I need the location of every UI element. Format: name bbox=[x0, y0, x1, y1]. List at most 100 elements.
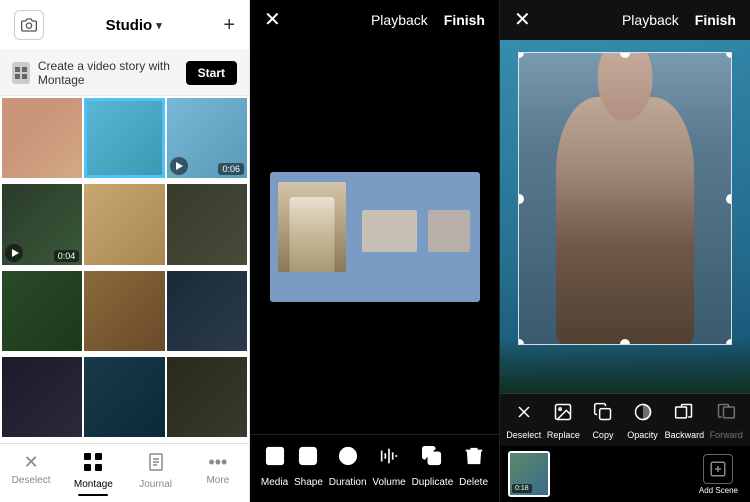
action-backward[interactable]: Backward bbox=[665, 402, 705, 440]
grid-cell[interactable] bbox=[2, 271, 82, 351]
panel3-finish-button[interactable]: Finish bbox=[695, 12, 736, 28]
panel-scene-editor: ✕ Playback Finish bbox=[500, 0, 750, 502]
panel3-filmstrip: 0:18 Add Scene bbox=[500, 446, 750, 502]
add-scene-label: Add Scene bbox=[699, 486, 738, 495]
footer-tab-label: Montage bbox=[74, 479, 113, 490]
footer-tab-deselect[interactable]: ✕ Deselect bbox=[0, 450, 62, 500]
grid-cell[interactable] bbox=[2, 357, 82, 437]
portrait-photo bbox=[519, 53, 731, 344]
grid-cell[interactable] bbox=[84, 357, 164, 437]
grid-cell[interactable] bbox=[84, 98, 164, 178]
video-duration-badge: 0:06 bbox=[218, 163, 244, 175]
volume-icon bbox=[378, 445, 400, 473]
toolbar-volume[interactable]: Volume bbox=[372, 445, 405, 488]
montage-banner: Create a video story with Montage Start bbox=[0, 51, 249, 96]
shape-icon bbox=[297, 445, 319, 473]
collage-photo-2 bbox=[362, 210, 417, 252]
duration-icon bbox=[337, 445, 359, 473]
video-duration-badge: 0:04 bbox=[54, 250, 80, 262]
resize-handle-br[interactable] bbox=[726, 339, 732, 345]
toolbar-delete-label: Delete bbox=[459, 477, 488, 488]
finish-button[interactable]: Finish bbox=[444, 12, 485, 28]
action-copy[interactable]: Copy bbox=[585, 402, 620, 440]
footer-tab-label: More bbox=[206, 475, 229, 486]
camera-icon[interactable] bbox=[14, 10, 44, 40]
toolbar-duration[interactable]: Duration bbox=[329, 445, 367, 488]
close-button[interactable]: ✕ bbox=[264, 10, 281, 30]
footer-tab-journal[interactable]: Journal bbox=[125, 450, 187, 500]
panel2-header: ✕ Playback Finish bbox=[250, 0, 499, 40]
add-button[interactable]: + bbox=[223, 14, 235, 37]
photo-frame[interactable] bbox=[518, 52, 732, 345]
header-actions: Playback Finish bbox=[371, 12, 485, 28]
person-figure bbox=[556, 97, 694, 344]
more-icon: ••• bbox=[208, 452, 227, 473]
panel2-toolbar: Media Shape Duration bbox=[250, 434, 499, 502]
start-button[interactable]: Start bbox=[186, 61, 237, 85]
grid-cell[interactable] bbox=[2, 98, 82, 178]
montage-tab-icon bbox=[83, 452, 103, 477]
collage-photo-3 bbox=[428, 210, 470, 252]
panel3-header: ✕ Playback Finish bbox=[500, 0, 750, 40]
grid-cell[interactable]: 0:06 bbox=[167, 98, 247, 178]
grid-cell[interactable]: 0:04 bbox=[2, 184, 82, 264]
montage-banner-text: Create a video story with Montage bbox=[38, 59, 186, 87]
action-opacity-label: Opacity bbox=[627, 430, 658, 440]
toolbar-delete[interactable]: Delete bbox=[459, 445, 488, 488]
action-replace[interactable]: Replace bbox=[546, 402, 581, 440]
backward-icon bbox=[674, 402, 694, 427]
panel2-preview bbox=[250, 40, 499, 434]
toolbar-shape-label: Shape bbox=[294, 477, 323, 488]
deselect-icon bbox=[514, 402, 534, 427]
grid-cell[interactable] bbox=[167, 271, 247, 351]
filmstrip-thumb[interactable]: 0:18 bbox=[508, 451, 550, 497]
collage-photo-1 bbox=[278, 182, 346, 272]
studio-button[interactable]: Studio ▾ bbox=[106, 17, 162, 34]
opacity-icon bbox=[633, 402, 653, 427]
toolbar-shape[interactable]: Shape bbox=[294, 445, 323, 488]
grid-cell[interactable] bbox=[84, 184, 164, 264]
action-copy-label: Copy bbox=[592, 430, 613, 440]
panel3-preview bbox=[500, 40, 750, 393]
grid-cell[interactable] bbox=[167, 357, 247, 437]
delete-icon bbox=[463, 445, 485, 473]
action-forward-label: Forward bbox=[710, 430, 743, 440]
resize-handle-mr[interactable] bbox=[726, 194, 732, 204]
toolbar-duplicate[interactable]: Duplicate bbox=[412, 445, 454, 488]
footer-tab-more[interactable]: ••• More bbox=[187, 450, 249, 500]
grid-cell[interactable] bbox=[167, 184, 247, 264]
footer-tab-label: Deselect bbox=[12, 475, 51, 486]
action-opacity[interactable]: Opacity bbox=[625, 402, 660, 440]
montage-icon bbox=[12, 62, 30, 84]
toolbar-media-label: Media bbox=[261, 477, 288, 488]
toolbar-media[interactable]: Media bbox=[261, 445, 288, 488]
action-backward-label: Backward bbox=[665, 430, 705, 440]
collage-preview bbox=[270, 172, 480, 302]
action-deselect[interactable]: Deselect bbox=[506, 402, 541, 440]
toolbar-duration-label: Duration bbox=[329, 477, 367, 488]
film-thumb-duration: 0:18 bbox=[512, 484, 532, 493]
add-scene-button[interactable]: Add Scene bbox=[695, 454, 742, 495]
forward-icon bbox=[716, 402, 736, 427]
footer-tab-montage[interactable]: Montage bbox=[62, 450, 124, 500]
panel3-close-button[interactable]: ✕ bbox=[514, 10, 531, 30]
journal-icon bbox=[146, 452, 166, 477]
panel3-playback-button[interactable]: Playback bbox=[622, 12, 679, 28]
copy-icon bbox=[593, 402, 613, 427]
playback-button[interactable]: Playback bbox=[371, 12, 428, 28]
action-deselect-label: Deselect bbox=[506, 430, 541, 440]
panel1-header: Studio ▾ + bbox=[0, 0, 249, 51]
replace-icon bbox=[553, 402, 573, 427]
panel3-actions: Deselect Replace Copy bbox=[500, 393, 750, 446]
grid-cell[interactable] bbox=[84, 271, 164, 351]
montage-banner-left: Create a video story with Montage bbox=[12, 59, 186, 87]
chevron-down-icon: ▾ bbox=[156, 19, 162, 32]
panel-library: Studio ▾ + Create a video story with Mon… bbox=[0, 0, 250, 502]
duplicate-icon bbox=[421, 445, 443, 473]
toolbar-duplicate-label: Duplicate bbox=[412, 477, 454, 488]
toolbar-volume-label: Volume bbox=[372, 477, 405, 488]
add-scene-icon bbox=[703, 454, 733, 484]
resize-handle-bm[interactable] bbox=[620, 339, 630, 345]
action-forward[interactable]: Forward bbox=[709, 402, 744, 440]
deselect-icon: ✕ bbox=[24, 452, 39, 473]
